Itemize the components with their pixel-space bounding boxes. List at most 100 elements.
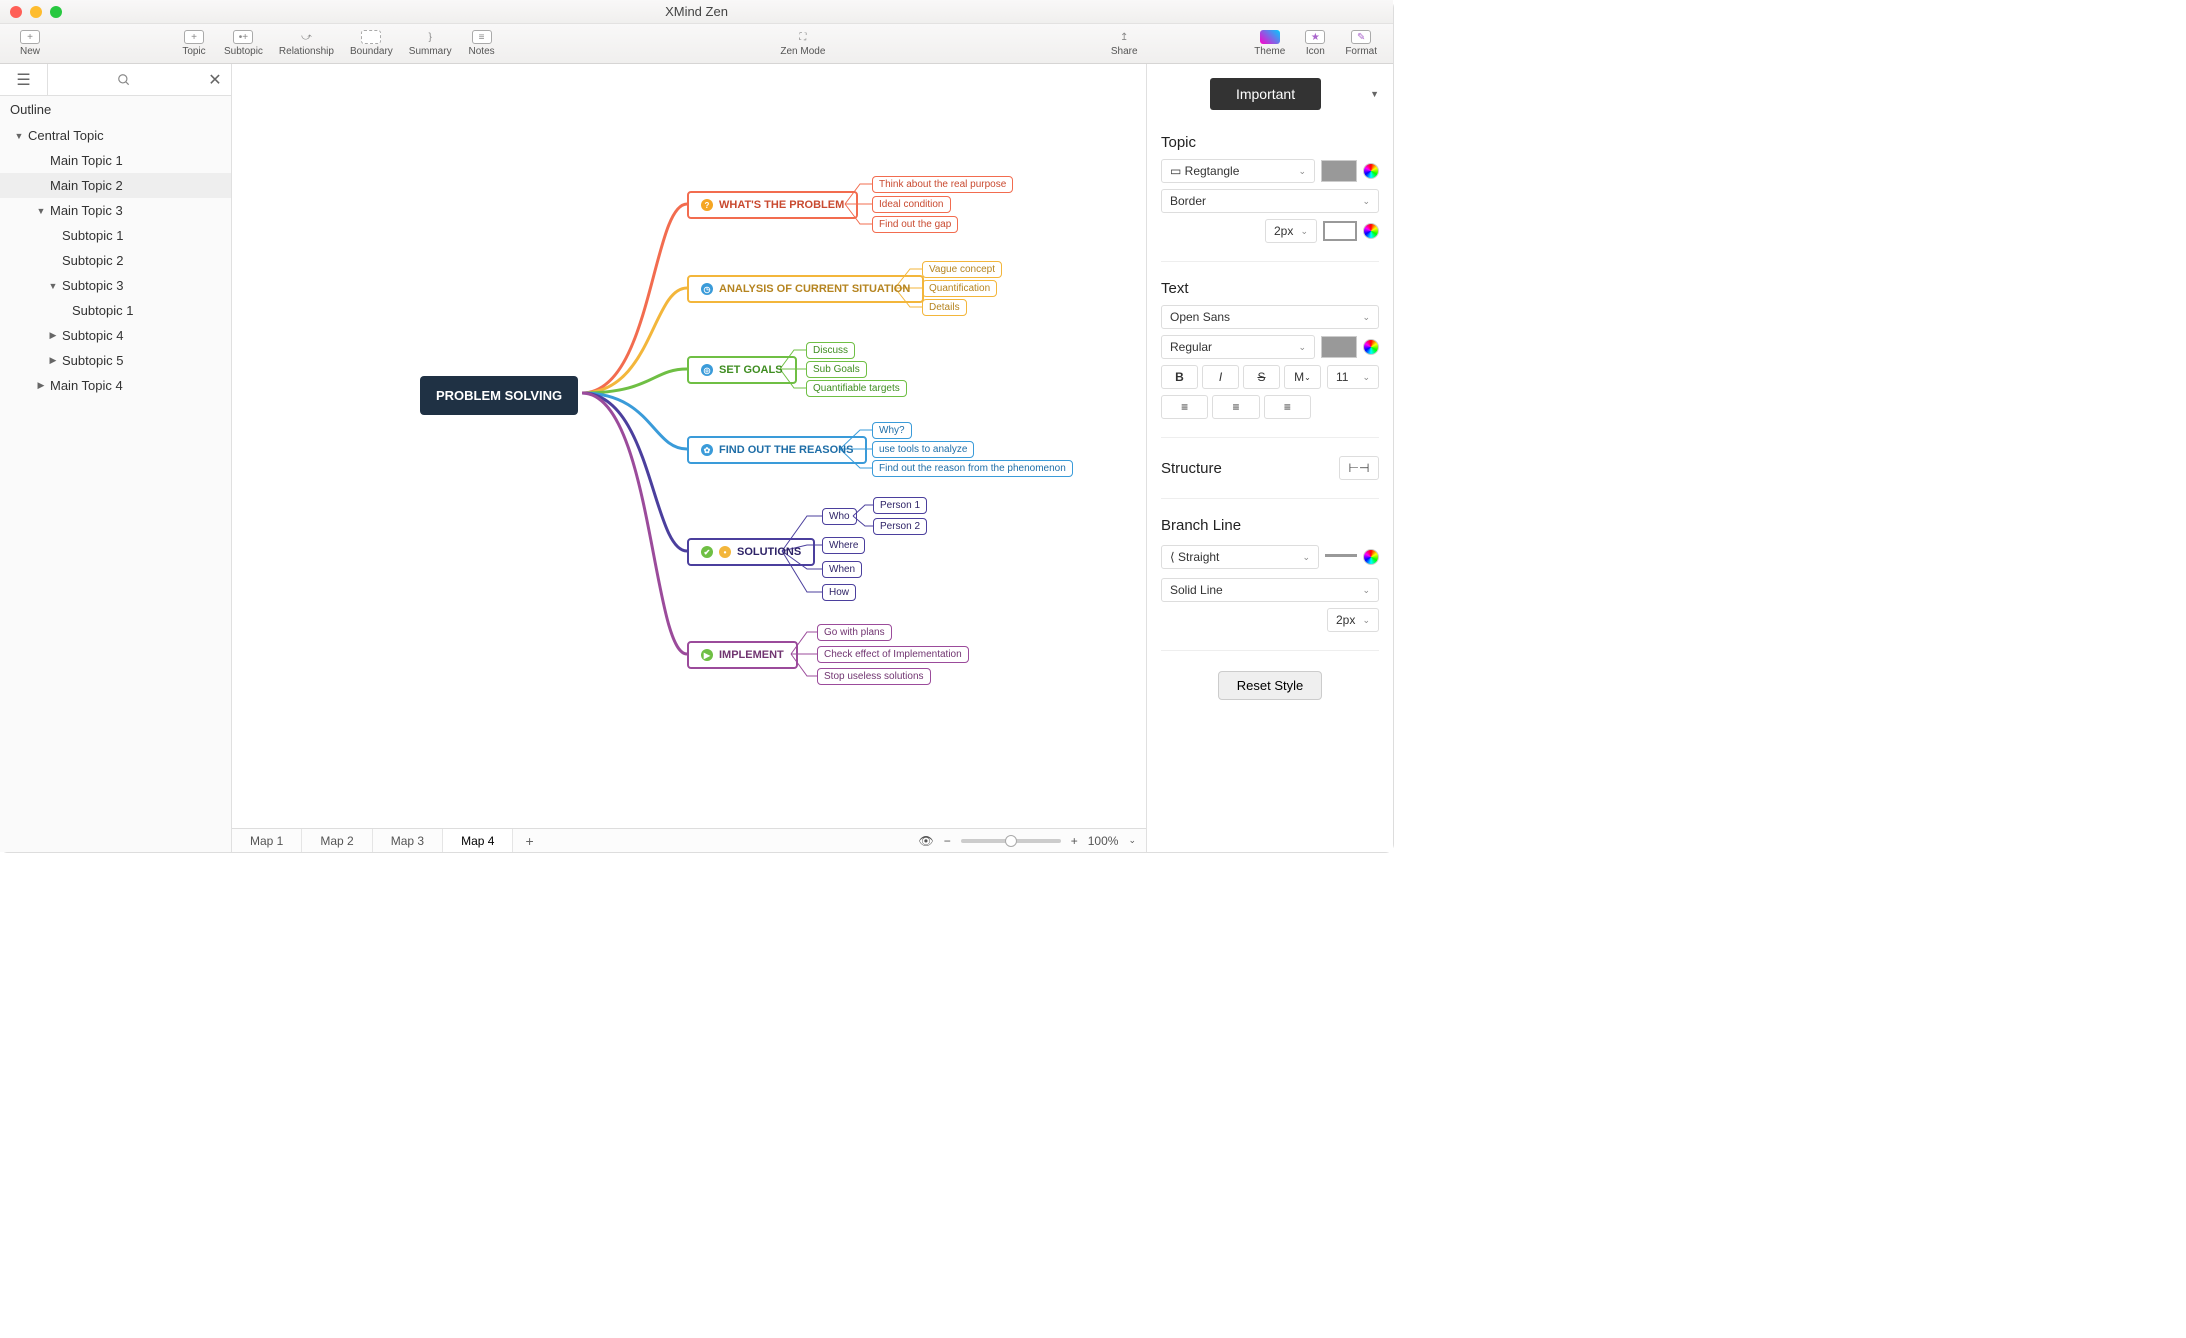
outline-item[interactable]: ▶Subtopic 1 bbox=[0, 223, 231, 248]
leaf[interactable]: Find out the gap bbox=[872, 216, 958, 233]
branch-3[interactable]: ◎SET GOALS bbox=[687, 356, 797, 384]
color-wheel-icon[interactable] bbox=[1363, 549, 1379, 565]
font-weight-select[interactable]: Regular⌄ bbox=[1161, 335, 1315, 359]
branch-line-select[interactable]: Solid Line⌄ bbox=[1161, 578, 1379, 602]
fill-color-swatch[interactable] bbox=[1321, 160, 1357, 182]
font-family-select[interactable]: Open Sans⌄ bbox=[1161, 305, 1379, 329]
zoom-out-button[interactable]: − bbox=[944, 834, 951, 848]
toggle-icon[interactable]: ▼ bbox=[14, 131, 24, 141]
sheet-tab[interactable]: Map 2 bbox=[302, 829, 372, 852]
structure-button[interactable]: ⊢⊣ bbox=[1339, 456, 1379, 480]
leaf[interactable]: When bbox=[822, 561, 862, 578]
leaf[interactable]: Think about the real purpose bbox=[872, 176, 1013, 193]
leaf[interactable]: How bbox=[822, 584, 856, 601]
reset-style-button[interactable]: Reset Style bbox=[1218, 671, 1322, 700]
close-window-button[interactable] bbox=[10, 6, 22, 18]
leaf[interactable]: Sub Goals bbox=[806, 361, 867, 378]
canvas[interactable]: PROBLEM SOLVING ?WHAT'S THE PROBLEM Thin… bbox=[232, 64, 1146, 852]
branch-2[interactable]: ◷ANALYSIS OF CURRENT SITUATION bbox=[687, 275, 924, 303]
outline-item[interactable]: ▶Subtopic 2 bbox=[0, 248, 231, 273]
border-color-swatch[interactable] bbox=[1323, 221, 1357, 241]
shape-select[interactable]: ▭ Regtangle⌄ bbox=[1161, 159, 1315, 183]
outline-item[interactable]: ▶Main Topic 1 bbox=[0, 148, 231, 173]
color-wheel-icon[interactable] bbox=[1363, 163, 1379, 179]
outline-view-toggle[interactable]: ☰ bbox=[0, 64, 48, 95]
outline-item[interactable]: ▶Main Topic 2 bbox=[0, 173, 231, 198]
branch-4[interactable]: ✿FIND OUT THE REASONS bbox=[687, 436, 867, 464]
search-icon[interactable] bbox=[48, 73, 199, 87]
outline-item[interactable]: ▼Central Topic bbox=[0, 123, 231, 148]
eye-icon[interactable]: 👁 bbox=[918, 834, 933, 848]
align-right-button[interactable]: ≡ bbox=[1264, 395, 1311, 419]
leaf[interactable]: Details bbox=[922, 299, 967, 316]
leaf[interactable]: Stop useless solutions bbox=[817, 668, 931, 685]
boundary-button[interactable]: Boundary bbox=[342, 30, 401, 57]
zoom-slider[interactable] bbox=[961, 839, 1061, 843]
theme-button[interactable]: Theme bbox=[1246, 30, 1293, 57]
zoom-in-button[interactable]: + bbox=[1071, 834, 1078, 848]
outline-item[interactable]: ▼Subtopic 3 bbox=[0, 273, 231, 298]
share-button[interactable]: ↥Share bbox=[1102, 30, 1146, 57]
topic-button[interactable]: +Topic bbox=[172, 30, 216, 57]
branch-6[interactable]: ▶IMPLEMENT bbox=[687, 641, 798, 669]
outline-item[interactable]: ▶Subtopic 1 bbox=[0, 298, 231, 323]
branch-width-select[interactable]: 2px⌄ bbox=[1327, 608, 1379, 632]
leaf[interactable]: Check effect of Implementation bbox=[817, 646, 969, 663]
align-left-button[interactable]: ≡ bbox=[1161, 395, 1208, 419]
importance-badge[interactable]: Important bbox=[1210, 78, 1321, 110]
align-center-button[interactable]: ≡ bbox=[1212, 395, 1259, 419]
chevron-down-icon[interactable]: ⌄ bbox=[1128, 835, 1136, 846]
toggle-icon[interactable]: ▼ bbox=[48, 281, 58, 291]
outline-item[interactable]: ▶Subtopic 4 bbox=[0, 323, 231, 348]
summary-button[interactable]: }Summary bbox=[401, 30, 460, 57]
leaf[interactable]: Person 1 bbox=[873, 497, 927, 514]
relationship-button[interactable]: ⤻Relationship bbox=[271, 30, 342, 57]
format-button[interactable]: ✎Format bbox=[1337, 30, 1385, 57]
border-width-select[interactable]: 2px⌄ bbox=[1265, 219, 1317, 243]
leaf[interactable]: Why? bbox=[872, 422, 912, 439]
leaf[interactable]: Who bbox=[822, 508, 857, 525]
maximize-window-button[interactable] bbox=[50, 6, 62, 18]
branch-5[interactable]: ✔•SOLUTIONS bbox=[687, 538, 815, 566]
leaf[interactable]: Quantification bbox=[922, 280, 997, 297]
italic-button[interactable]: I bbox=[1202, 365, 1239, 389]
icon-button[interactable]: ★Icon bbox=[1293, 30, 1337, 57]
text-color-swatch[interactable] bbox=[1321, 336, 1357, 358]
sheet-tab[interactable]: Map 4 bbox=[443, 829, 513, 852]
chevron-down-icon[interactable]: ▼ bbox=[1370, 89, 1379, 99]
color-wheel-icon[interactable] bbox=[1363, 339, 1379, 355]
outline-item[interactable]: ▶Main Topic 4 bbox=[0, 373, 231, 398]
bold-button[interactable]: B bbox=[1161, 365, 1198, 389]
leaf[interactable]: Discuss bbox=[806, 342, 855, 359]
leaf[interactable]: Vague concept bbox=[922, 261, 1002, 278]
sheet-tab[interactable]: Map 3 bbox=[373, 829, 443, 852]
zen-mode-button[interactable]: ⛶Zen Mode bbox=[772, 30, 833, 57]
notes-button[interactable]: ≡Notes bbox=[460, 30, 504, 57]
font-size-select[interactable]: 11⌄ bbox=[1327, 365, 1379, 389]
leaf[interactable]: Where bbox=[822, 537, 865, 554]
case-button[interactable]: M⌄ bbox=[1284, 365, 1321, 389]
strikethrough-button[interactable]: S bbox=[1243, 365, 1280, 389]
leaf[interactable]: Quantifiable targets bbox=[806, 380, 907, 397]
subtopic-button[interactable]: •+Subtopic bbox=[216, 30, 271, 57]
outline-item[interactable]: ▼Main Topic 3 bbox=[0, 198, 231, 223]
toggle-icon[interactable]: ▶ bbox=[48, 355, 58, 366]
leaf[interactable]: Person 2 bbox=[873, 518, 927, 535]
add-sheet-button[interactable]: + bbox=[513, 833, 545, 849]
close-panel-button[interactable]: ✕ bbox=[199, 70, 231, 90]
leaf[interactable]: Go with plans bbox=[817, 624, 892, 641]
central-topic[interactable]: PROBLEM SOLVING bbox=[420, 376, 578, 415]
border-select[interactable]: Border⌄ bbox=[1161, 189, 1379, 213]
toggle-icon[interactable]: ▶ bbox=[36, 380, 46, 391]
minimize-window-button[interactable] bbox=[30, 6, 42, 18]
toggle-icon[interactable]: ▶ bbox=[48, 330, 58, 341]
outline-item[interactable]: ▶Subtopic 5 bbox=[0, 348, 231, 373]
new-button[interactable]: + New bbox=[8, 30, 52, 57]
leaf[interactable]: use tools to analyze bbox=[872, 441, 974, 458]
toggle-icon[interactable]: ▼ bbox=[36, 206, 46, 216]
sheet-tab[interactable]: Map 1 bbox=[232, 829, 302, 852]
branch-1[interactable]: ?WHAT'S THE PROBLEM bbox=[687, 191, 858, 219]
branch-style-select[interactable]: ⟨ Straight⌄ bbox=[1161, 545, 1319, 569]
color-wheel-icon[interactable] bbox=[1363, 223, 1379, 239]
leaf[interactable]: Ideal condition bbox=[872, 196, 951, 213]
